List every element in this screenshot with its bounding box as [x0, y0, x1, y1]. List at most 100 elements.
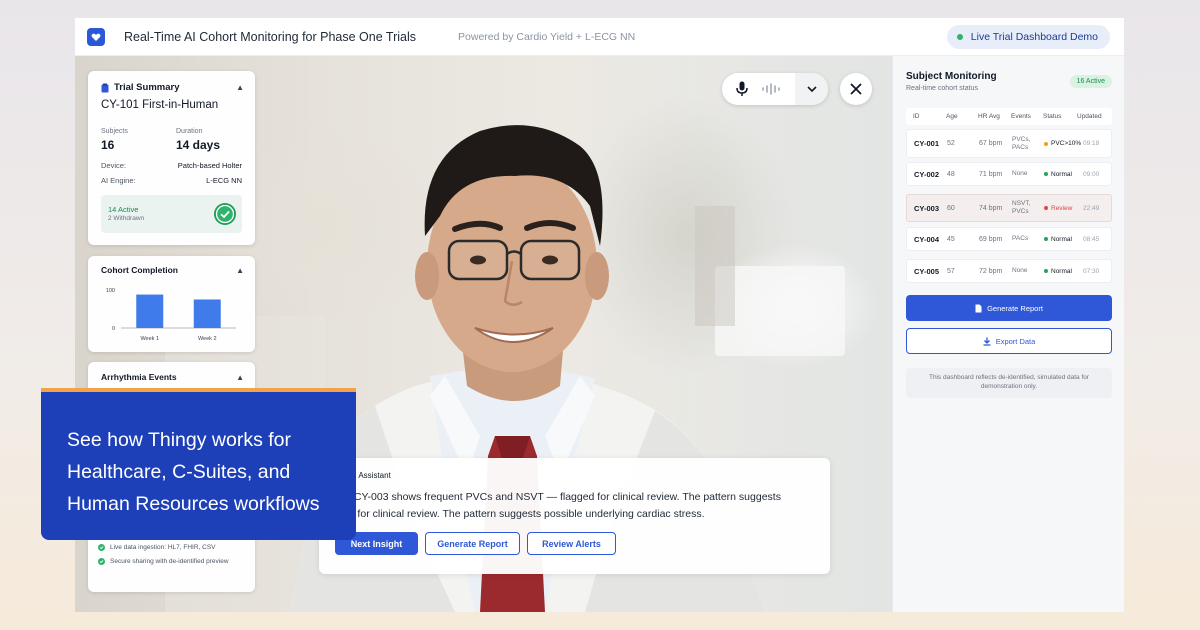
subject-events: PVCs, PACs: [1012, 135, 1031, 151]
feature-item: Secure sharing with de-identified previe…: [98, 558, 229, 565]
subject-updated: 08:45: [1083, 235, 1100, 243]
column-header: Events: [1011, 113, 1031, 120]
status-dot-icon: [1044, 206, 1048, 210]
status-label: Normal: [1051, 235, 1072, 243]
cohort-completion-chart: 100 0 Week 1 Week 2: [106, 288, 236, 342]
active-count: 14 Active: [108, 205, 139, 214]
table-header: ID Age HR Avg Events Status Updated: [906, 108, 1112, 125]
generate-report-label: Generate Report: [987, 303, 1043, 313]
subject-id: CY-003: [914, 203, 940, 213]
column-header: Status: [1043, 113, 1062, 120]
column-header: Updated: [1077, 113, 1102, 120]
download-icon: [983, 337, 991, 346]
engine-label: AI Engine:: [101, 176, 136, 185]
subject-status: PVC>10%: [1044, 140, 1081, 147]
subject-events: None: [1012, 170, 1028, 177]
table-row[interactable]: CY-003 60 74 bpm NSVT, PVCs Review 22:49: [906, 194, 1112, 222]
generate-report-button[interactable]: Generate Report: [906, 295, 1112, 321]
live-demo-badge[interactable]: Live Trial Dashboard Demo: [946, 25, 1110, 49]
monitoring-title: Subject Monitoring: [906, 71, 997, 82]
monitoring-subtitle: Real-time cohort status: [906, 85, 978, 92]
y-tick-label: 0: [112, 326, 115, 332]
audio-controls: [722, 73, 828, 105]
subject-updated: 22:49: [1083, 204, 1100, 212]
withdrawn-count: 2 Withdrawn: [108, 215, 145, 222]
subject-events: None: [1012, 267, 1028, 274]
disclaimer-note: This dashboard reflects de-identified, s…: [906, 368, 1112, 398]
audio-options-button[interactable]: [795, 73, 828, 105]
promo-text: See how Thingy works for Healthcare, C-S…: [67, 429, 320, 515]
status-label: Normal: [1051, 170, 1072, 178]
chevron-up-icon[interactable]: ▲: [236, 373, 244, 382]
trial-summary-heading: Trial Summary: [114, 82, 180, 93]
y-tick-label: 100: [106, 288, 115, 294]
subject-id: CY-005: [914, 266, 940, 276]
check-circle-icon: [214, 203, 236, 225]
clipboard-icon: [101, 83, 109, 92]
x-tick-label: Week 1: [140, 336, 159, 342]
subject-status: Normal: [1044, 236, 1072, 243]
engine-row: AI Engine: L-ECG NN: [101, 176, 242, 185]
subject-age: 52: [947, 140, 955, 147]
ai-assistant-card: cal AI Assistant ect CY-003 shows freque…: [319, 458, 830, 574]
document-icon: [975, 304, 982, 312]
close-icon: [850, 83, 862, 95]
chevron-up-icon[interactable]: ▲: [236, 83, 244, 92]
generate-report-button[interactable]: Generate Report: [425, 532, 520, 555]
promo-banner[interactable]: See how Thingy works for Healthcare, C-S…: [41, 388, 356, 540]
subject-id: CY-002: [914, 169, 940, 179]
table-row[interactable]: CY-002 48 71 bpm None Normal 09:00: [906, 162, 1112, 186]
check-circle-icon: [98, 544, 105, 551]
subject-age: 57: [947, 267, 955, 275]
subject-age: 60: [947, 204, 955, 212]
column-header: HR Avg: [978, 113, 1000, 120]
status-dot-icon: [1044, 269, 1048, 273]
device-row: Device: Patch-based Holter: [101, 161, 242, 170]
table-row[interactable]: CY-004 45 69 bpm PACs Normal 08:45: [906, 227, 1112, 251]
status-label: Normal: [1051, 267, 1072, 275]
subjects-value: 16: [101, 138, 115, 152]
subject-hr: 69 bpm: [979, 235, 1003, 243]
active-status-box: 14 Active 2 Withdrawn: [101, 195, 242, 233]
microphone-icon[interactable]: [735, 81, 749, 97]
status-dot-icon: [1044, 172, 1048, 176]
check-circle-icon: [98, 558, 105, 565]
subject-status: Normal: [1044, 268, 1072, 275]
chart-bar: [136, 294, 164, 328]
column-header: Age: [946, 113, 958, 120]
chart-bar: [193, 299, 221, 328]
subject-status: Normal: [1044, 171, 1072, 178]
subject-id: CY-001: [914, 139, 940, 148]
device-value: Patch-based Holter: [177, 161, 242, 170]
subject-updated: 09:00: [1083, 170, 1100, 178]
column-header: ID: [913, 113, 920, 120]
feature-label: Secure sharing with de-identified previe…: [110, 558, 229, 565]
trial-summary-header: Trial Summary: [101, 82, 179, 93]
subject-events: PACs: [1012, 235, 1029, 242]
cohort-completion-panel: Cohort Completion ▲ 100 0 Week 1 Week 2: [88, 256, 255, 352]
app-logo-icon: [87, 27, 105, 46]
x-tick-label: Week 2: [198, 336, 217, 342]
assistant-message: ect CY-003 shows frequent PVCs and NSVT …: [337, 491, 781, 520]
device-label: Device:: [101, 161, 127, 170]
status-dot-icon: [1044, 141, 1048, 146]
status-dot-icon: [1044, 237, 1048, 241]
subject-hr: 74 bpm: [979, 204, 1003, 212]
export-data-button[interactable]: Export Data: [906, 328, 1112, 354]
subject-age: 48: [947, 170, 955, 178]
engine-value: L-ECG NN: [206, 176, 242, 185]
app-title: Real-Time AI Cohort Monitoring for Phase…: [124, 29, 417, 44]
subject-updated: 07:30: [1083, 267, 1100, 275]
close-button[interactable]: [840, 73, 872, 105]
trial-name: CY-101 First-in-Human: [101, 99, 219, 111]
active-count-badge: 16 Active: [1069, 75, 1112, 88]
table-row[interactable]: CY-001 52 67 bpm PVCs, PACs PVC>10% 09:18: [906, 129, 1112, 158]
status-label: PVC>10%: [1051, 140, 1082, 147]
chevron-up-icon[interactable]: ▲: [236, 266, 244, 275]
trial-summary-panel: Trial Summary ▲ CY-101 First-in-Human Su…: [88, 71, 255, 245]
chevron-down-icon: [806, 86, 817, 92]
table-row[interactable]: CY-005 57 72 bpm None Normal 07:30: [906, 259, 1112, 283]
feature-item: Live data ingestion: HL7, FHIR, CSV: [98, 544, 216, 551]
review-alerts-button[interactable]: Review Alerts: [527, 532, 616, 555]
subject-updated: 09:18: [1083, 140, 1100, 147]
